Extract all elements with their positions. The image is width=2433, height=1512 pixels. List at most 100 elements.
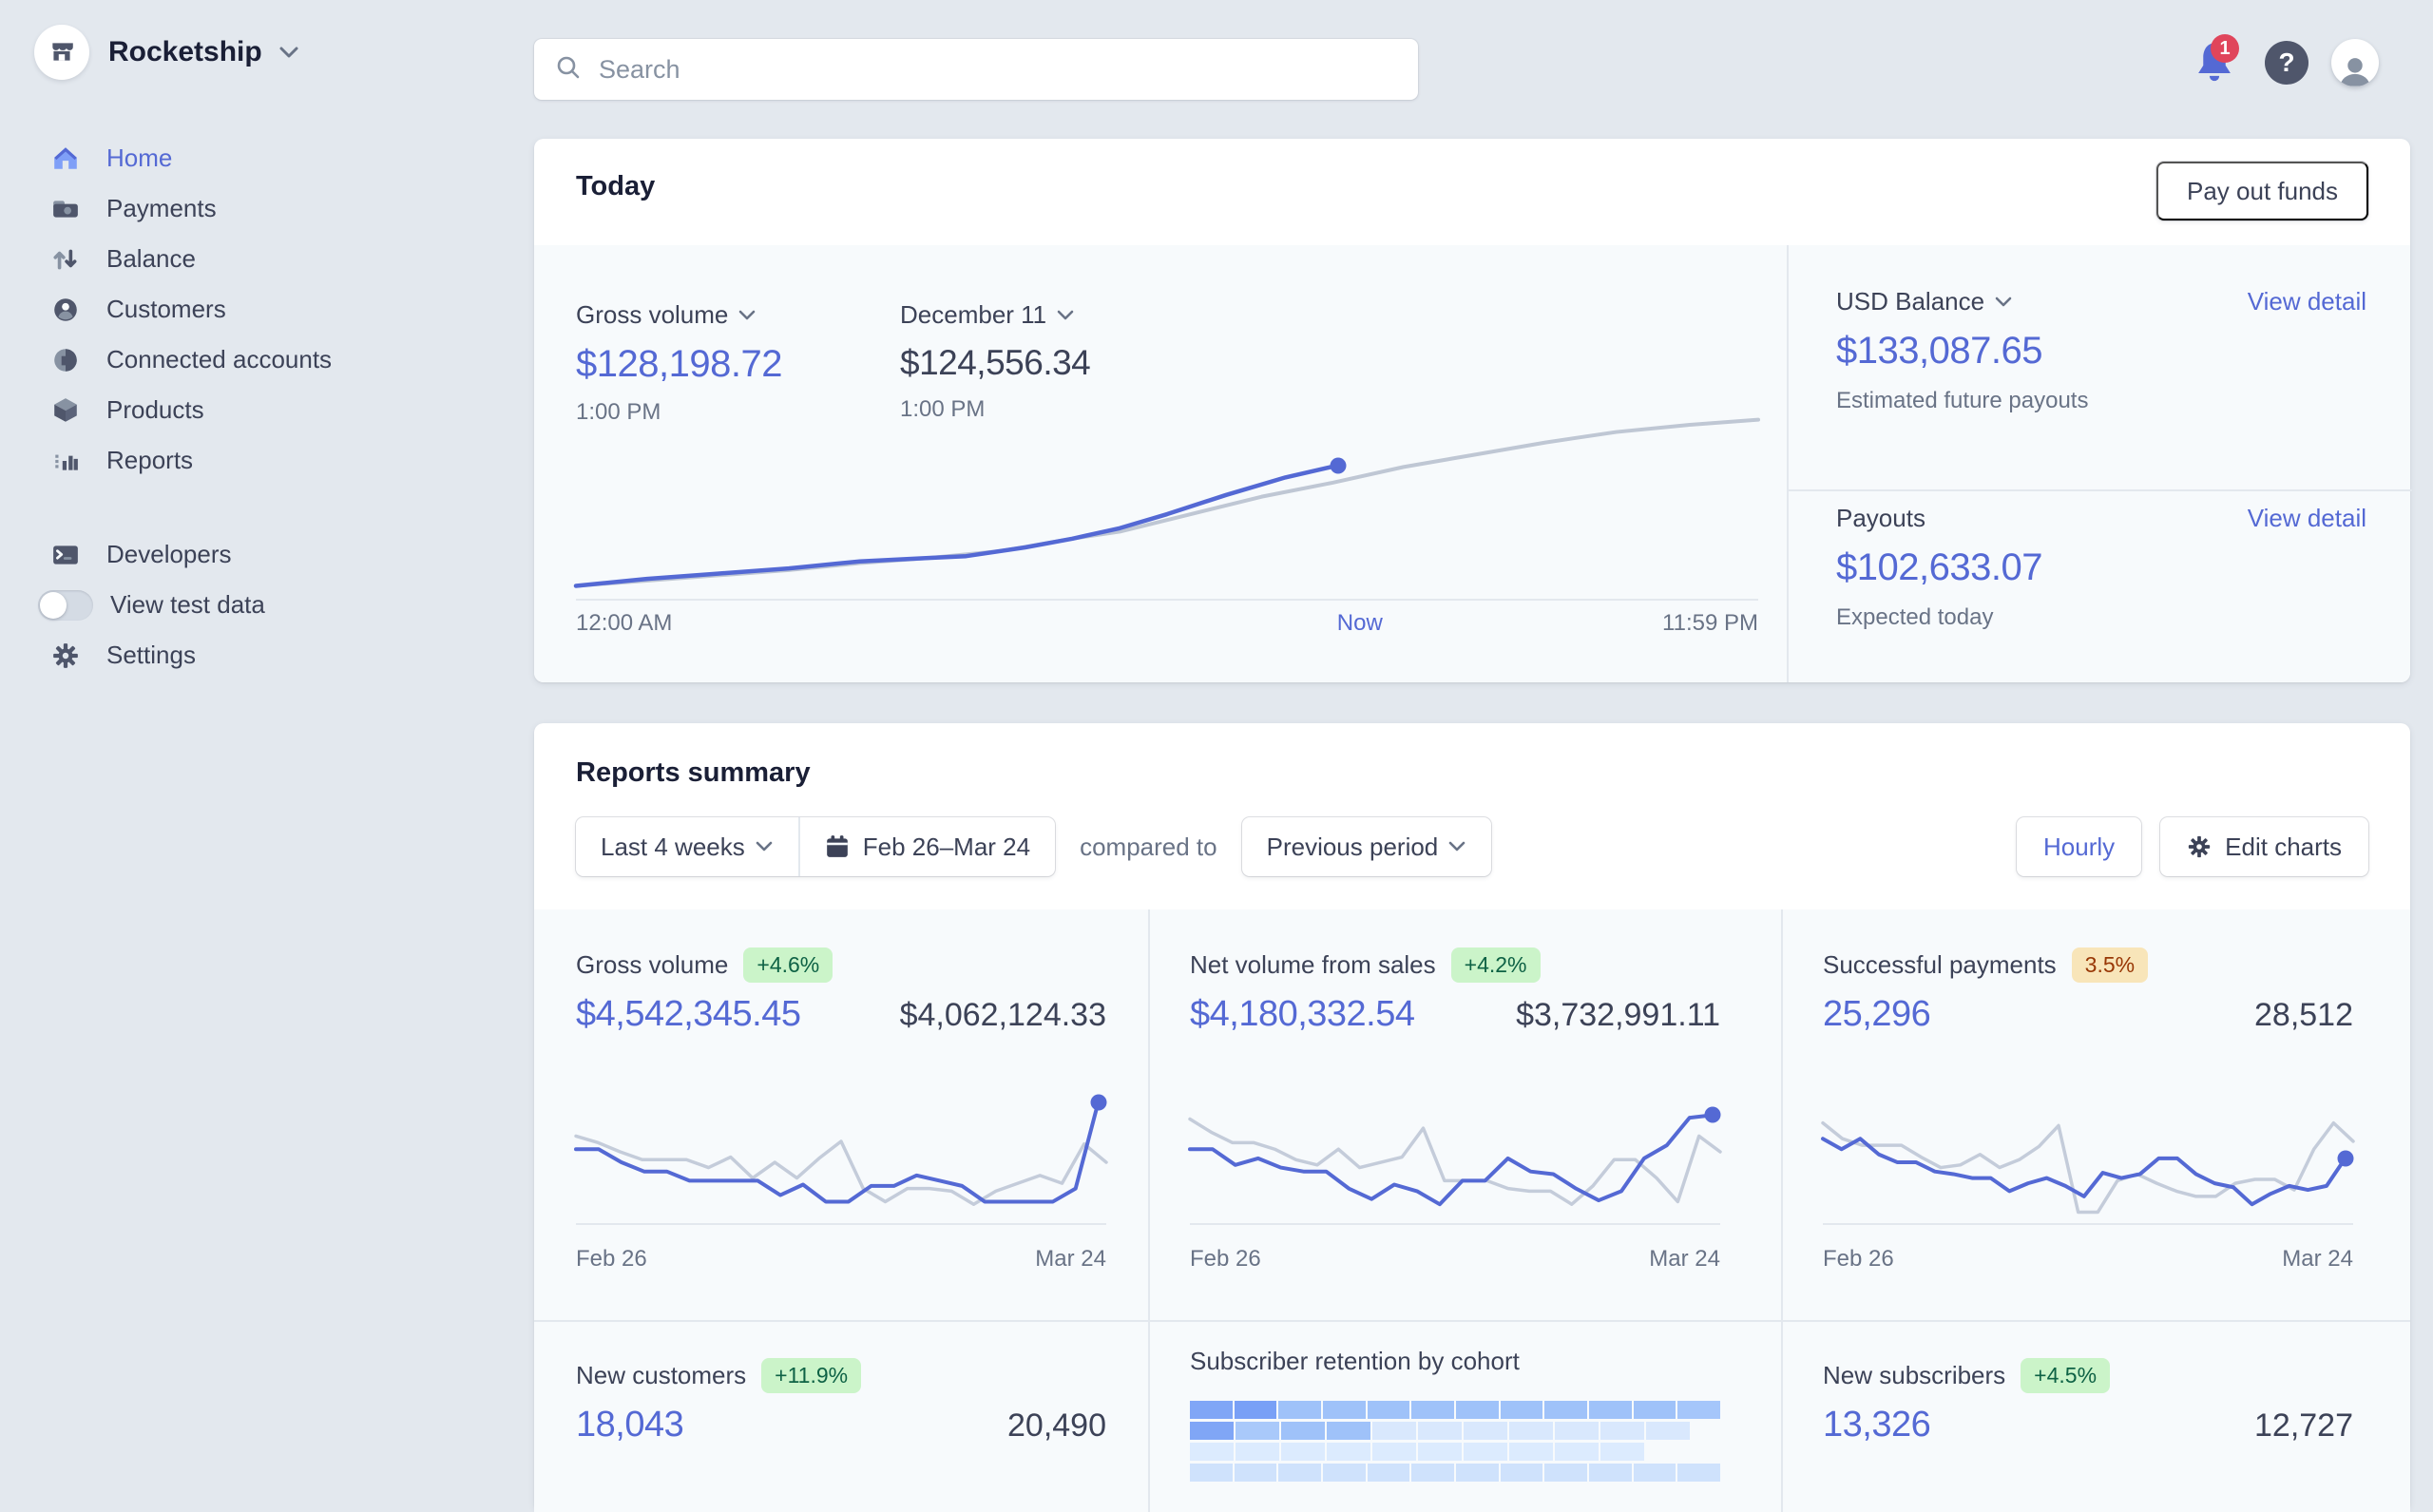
usd-balance-label-row[interactable]: USD Balance	[1836, 287, 2013, 316]
cohort-cell[interactable]	[1677, 1401, 1720, 1419]
usd-balance-view-detail-link[interactable]: View detail	[2248, 287, 2366, 316]
cohort-cell[interactable]	[1236, 1443, 1279, 1461]
sidebar-item-home[interactable]: Home	[0, 133, 513, 183]
cohort-cell[interactable]	[1501, 1401, 1543, 1419]
cohort-cell[interactable]	[1589, 1401, 1632, 1419]
sidebar-item-customers[interactable]: Customers	[0, 284, 513, 335]
usd-balance-block: USD Balance View detail $133,087.65 Esti…	[1836, 287, 2366, 414]
profile-button[interactable]	[2330, 38, 2380, 87]
cohort-cell[interactable]	[1600, 1443, 1644, 1461]
help-button[interactable]: ?	[2262, 38, 2311, 87]
cohort-cell[interactable]	[1323, 1401, 1366, 1419]
change-badge: +4.6%	[743, 947, 833, 983]
cohort-cell[interactable]	[1190, 1401, 1233, 1419]
sparkline-chart	[1190, 1081, 1720, 1225]
cohort-cell[interactable]	[1278, 1464, 1321, 1482]
compare-select-button[interactable]: Previous period	[1242, 817, 1492, 876]
gross-volume-label-row[interactable]: Gross volume	[576, 300, 782, 330]
current-value: $4,180,332.54	[1190, 994, 1415, 1035]
cohort-cell[interactable]	[1411, 1401, 1454, 1419]
cohort-cell[interactable]	[1372, 1443, 1416, 1461]
cohort-cell[interactable]	[1456, 1464, 1499, 1482]
subscriber-retention-card[interactable]: Subscriber retention by cohort	[1190, 1347, 1720, 1484]
cohort-cell[interactable]	[1600, 1422, 1644, 1440]
cohort-cell[interactable]	[1235, 1401, 1277, 1419]
cohort-cell[interactable]	[1589, 1464, 1632, 1482]
cohort-cell[interactable]	[1464, 1443, 1507, 1461]
sidebar-item-payments[interactable]: Payments	[0, 183, 513, 234]
account-switcher[interactable]: Rocketship	[34, 25, 300, 80]
cohort-cell[interactable]	[1368, 1401, 1410, 1419]
axis-tick-end: Mar 24	[1035, 1246, 1106, 1273]
cohort-cell[interactable]	[1368, 1464, 1410, 1482]
search-input[interactable]	[597, 54, 1397, 86]
cohort-cell[interactable]	[1634, 1401, 1676, 1419]
net-volume-card[interactable]: Net volume from sales +4.2% $4,180,332.5…	[1190, 947, 1720, 1273]
chevron-down-icon	[1056, 309, 1075, 322]
period-select-button[interactable]: Last 4 weeks	[576, 817, 798, 876]
sidebar-item-products[interactable]: Products	[0, 385, 513, 435]
date-range-button[interactable]: Feb 26–Mar 24	[798, 817, 1055, 876]
pay-out-funds-button[interactable]: Pay out funds	[2156, 162, 2368, 220]
yesterday-label-row[interactable]: December 11	[900, 300, 1090, 330]
sparkline-axis: Feb 26 Mar 24	[1823, 1246, 2353, 1273]
cohort-cell[interactable]	[1278, 1401, 1321, 1419]
cohort-cell[interactable]	[1327, 1443, 1370, 1461]
notification-count-badge: 1	[2211, 34, 2239, 63]
cohort-cell[interactable]	[1646, 1422, 1690, 1440]
successful-payments-card[interactable]: Successful payments 3.5% 25,296 28,512 F…	[1823, 947, 2353, 1273]
question-mark-icon: ?	[2265, 41, 2308, 85]
sidebar-item-label: Home	[106, 144, 172, 173]
cohort-cell[interactable]	[1634, 1464, 1676, 1482]
axis-tick-start: 12:00 AM	[576, 610, 672, 637]
gross-volume-card[interactable]: Gross volume +4.6% $4,542,345.45 $4,062,…	[576, 947, 1106, 1273]
cohort-cell[interactable]	[1411, 1464, 1454, 1482]
change-badge: +4.2%	[1451, 947, 1541, 983]
cohort-cell[interactable]	[1190, 1443, 1234, 1461]
reports-controls: Last 4 weeks Feb 26–Mar 24 compared to P…	[576, 817, 1491, 876]
sidebar-item-settings[interactable]: Settings	[0, 630, 513, 680]
cohort-cell[interactable]	[1555, 1422, 1599, 1440]
cohort-cell[interactable]	[1281, 1422, 1325, 1440]
cohort-cell[interactable]	[1418, 1422, 1462, 1440]
previous-value: $4,062,124.33	[900, 997, 1106, 1034]
cohort-cell[interactable]	[1544, 1401, 1587, 1419]
cohort-cell[interactable]	[1677, 1464, 1720, 1482]
latest-point-dot	[1090, 1094, 1106, 1110]
payouts-view-detail-link[interactable]: View detail	[2248, 504, 2366, 533]
sidebar-item-developers[interactable]: Developers	[0, 529, 513, 580]
cohort-cell[interactable]	[1190, 1422, 1234, 1440]
cohort-cell[interactable]	[1327, 1422, 1370, 1440]
cohort-cell[interactable]	[1372, 1422, 1416, 1440]
current-value: 18,043	[576, 1405, 683, 1445]
cohort-cell[interactable]	[1190, 1464, 1233, 1482]
hourly-button[interactable]: Hourly	[2017, 817, 2141, 876]
edit-charts-button[interactable]: Edit charts	[2160, 817, 2368, 876]
cohort-cell[interactable]	[1236, 1422, 1279, 1440]
new-customers-card[interactable]: New customers +11.9% 18,043 20,490	[576, 1358, 1106, 1445]
notifications-button[interactable]: 1	[2190, 38, 2239, 87]
storefront-logo-icon	[34, 25, 89, 80]
cohort-cell[interactable]	[1555, 1443, 1599, 1461]
cohort-cell[interactable]	[1323, 1464, 1366, 1482]
cohort-cell[interactable]	[1501, 1464, 1543, 1482]
cohort-cell[interactable]	[1456, 1401, 1499, 1419]
test-data-toggle[interactable]	[38, 591, 93, 620]
date-range-control: Last 4 weeks Feb 26–Mar 24	[576, 817, 1055, 876]
sidebar-item-view-test-data[interactable]: View test data	[0, 580, 513, 630]
yesterday-value: $124,556.34	[900, 343, 1090, 383]
cohort-cell[interactable]	[1464, 1422, 1507, 1440]
cohort-cell[interactable]	[1418, 1443, 1462, 1461]
search-bar[interactable]	[534, 39, 1418, 100]
cohort-cell[interactable]	[1281, 1443, 1325, 1461]
sidebar-item-connected-accounts[interactable]: Connected accounts	[0, 335, 513, 385]
sidebar-item-reports[interactable]: Reports	[0, 435, 513, 486]
cohort-cell[interactable]	[1509, 1422, 1553, 1440]
cohort-cell[interactable]	[1509, 1443, 1553, 1461]
new-subscribers-card[interactable]: New subscribers +4.5% 13,326 12,727	[1823, 1358, 2353, 1445]
avatar	[2331, 39, 2379, 86]
axis-tick-start: Feb 26	[1823, 1246, 1894, 1273]
sidebar-item-balance[interactable]: Balance	[0, 234, 513, 284]
cohort-cell[interactable]	[1544, 1464, 1587, 1482]
cohort-cell[interactable]	[1235, 1464, 1277, 1482]
